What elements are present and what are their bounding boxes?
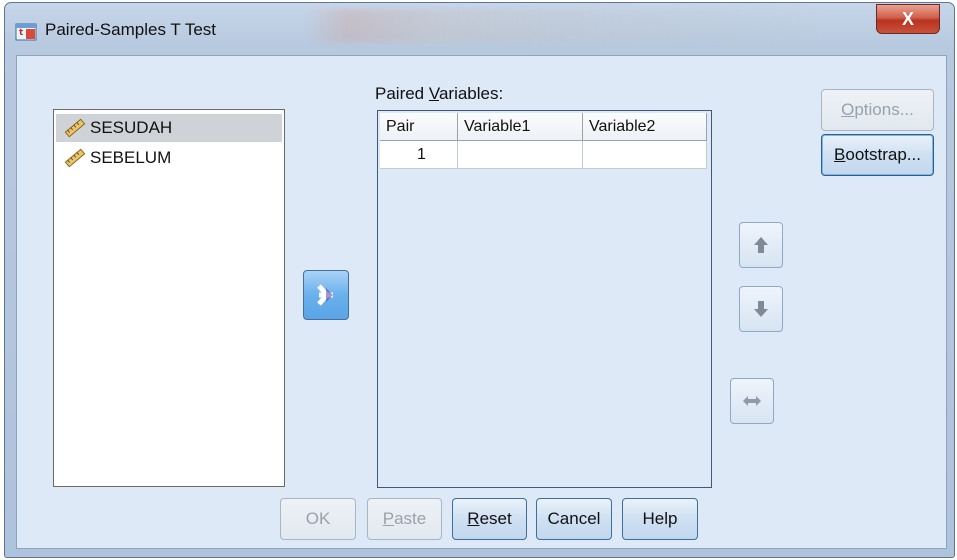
list-item-sesudah[interactable]: SESUDAH bbox=[56, 114, 282, 142]
table-row[interactable]: 1 bbox=[380, 141, 707, 169]
list-item-label: SESUDAH bbox=[90, 118, 173, 137]
grid-header: Pair Variable1 Variable2 bbox=[380, 113, 707, 141]
help-button[interactable]: Help bbox=[622, 498, 698, 540]
reset-button[interactable]: Reset bbox=[452, 498, 527, 540]
paired-variables-grid[interactable]: Pair Variable1 Variable2 1 bbox=[377, 110, 712, 488]
list-item-sebelum[interactable]: SEBELUM bbox=[56, 144, 282, 172]
mnemonic: P bbox=[382, 509, 395, 528]
button-label: eset bbox=[479, 509, 512, 528]
ruler-scale-icon bbox=[64, 148, 86, 168]
button-label: ptions... bbox=[854, 100, 914, 119]
move-variable-button[interactable] bbox=[303, 270, 349, 320]
move-down-button[interactable] bbox=[739, 286, 783, 332]
paste-button[interactable]: Paste bbox=[367, 498, 442, 540]
swap-arrows-icon bbox=[743, 396, 761, 406]
list-item-label: SEBELUM bbox=[90, 148, 172, 167]
dialog-window: t Paired-Samples T Test X SESUDAH SEBELU… bbox=[4, 2, 955, 558]
background-blur bbox=[305, 9, 825, 43]
button-label: aste bbox=[394, 509, 427, 528]
ok-button[interactable]: OK bbox=[280, 498, 356, 540]
swap-variables-button[interactable] bbox=[730, 378, 774, 424]
bootstrap-button[interactable]: Bootstrap... bbox=[821, 134, 934, 176]
source-variable-list[interactable]: SESUDAH SEBELUM bbox=[53, 109, 285, 487]
arrow-up-icon bbox=[754, 237, 768, 253]
title-bar[interactable]: t Paired-Samples T Test X bbox=[5, 3, 954, 55]
label-part: Paired bbox=[375, 84, 429, 103]
arrow-right-icon bbox=[317, 284, 333, 306]
label-part: ariables: bbox=[438, 84, 504, 103]
close-button[interactable]: X bbox=[876, 4, 940, 34]
move-up-button[interactable] bbox=[739, 222, 783, 268]
cell-pair: 1 bbox=[380, 141, 458, 169]
dialog-body: SESUDAH SEBELUM Paired Variables: Pair V… bbox=[16, 55, 947, 549]
column-header-variable2[interactable]: Variable2 bbox=[583, 113, 707, 141]
column-header-pair[interactable]: Pair bbox=[380, 113, 458, 141]
cell-variable2[interactable] bbox=[583, 141, 707, 169]
label-mnemonic: V bbox=[428, 84, 439, 103]
app-icon: t bbox=[15, 23, 37, 41]
options-button[interactable]: Options... bbox=[821, 89, 934, 131]
svg-text:t: t bbox=[19, 28, 24, 38]
button-label: ootstrap... bbox=[845, 145, 921, 164]
ruler-scale-icon bbox=[64, 118, 86, 138]
mnemonic: O bbox=[841, 100, 855, 119]
mnemonic: R bbox=[467, 509, 480, 528]
arrow-down-icon bbox=[754, 301, 768, 317]
mnemonic: B bbox=[834, 145, 846, 164]
paired-variables-label: Paired Variables: bbox=[375, 84, 503, 104]
cell-variable1[interactable] bbox=[458, 141, 583, 169]
cancel-button[interactable]: Cancel bbox=[536, 498, 612, 540]
window-title: Paired-Samples T Test bbox=[45, 20, 217, 39]
column-header-variable1[interactable]: Variable1 bbox=[458, 113, 583, 141]
